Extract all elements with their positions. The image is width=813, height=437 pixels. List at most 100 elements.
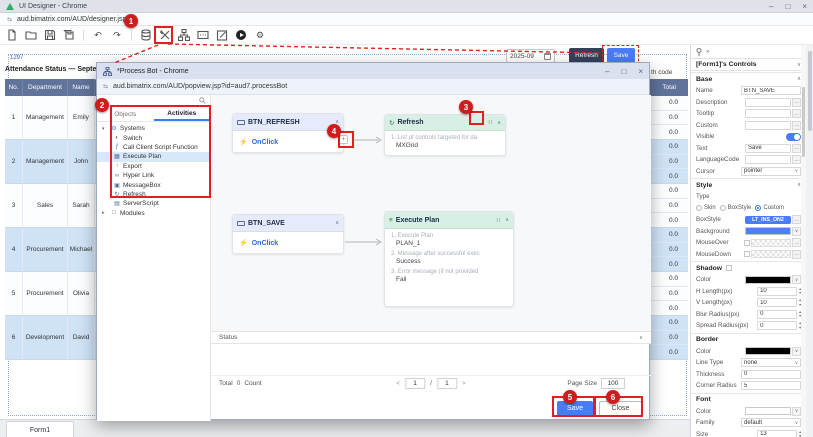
border-color-swatch[interactable] [745,347,791,355]
new-file-icon[interactable] [5,28,19,42]
node-menu-icon[interactable]: ∷ [497,217,501,224]
shadow-checkbox[interactable] [726,265,732,271]
more-icon[interactable]: … [792,155,801,164]
total-pages-input[interactable] [437,378,457,389]
edit-icon[interactable] [215,28,229,42]
node-btn-save[interactable]: BTN_SAVE ∧ ⚡ OnClick [232,214,344,254]
month-picker[interactable]: 2025-09 [506,49,555,63]
chevron-down-icon[interactable]: ∨ [639,335,643,341]
custom-input[interactable] [745,121,791,130]
pin-icon[interactable] [696,48,702,56]
database-icon[interactable] [139,28,153,42]
font-family-select[interactable]: default∨ [741,418,801,427]
languagecode-input[interactable] [745,155,791,164]
corner-radius-input[interactable] [741,381,801,390]
cursor-select[interactable]: pointer∨ [741,167,801,176]
section-font[interactable]: Font [691,393,806,406]
mousedown-checkbox[interactable] [744,251,750,257]
save-icon[interactable] [43,28,57,42]
caret-closed-icon[interactable]: ▸ [102,210,108,216]
tree-item-serverscript[interactable]: ▤ServerScript [97,199,210,208]
tooltip-input[interactable] [745,109,791,118]
h-length-input[interactable] [757,287,797,296]
radio-skin[interactable]: Skin [696,205,716,211]
more-icon[interactable]: … [792,144,801,153]
radio-custom[interactable]: Custom [755,205,784,211]
thickness-input[interactable] [741,370,801,379]
blur-radius-input[interactable] [757,310,797,319]
section-base[interactable]: Base∧ [691,72,806,85]
visible-toggle[interactable] [786,133,801,141]
more-icon[interactable]: … [792,215,801,224]
more-icon[interactable]: … [792,238,801,247]
redo-icon[interactable]: ↷ [110,28,124,42]
more-icon[interactable]: … [792,109,801,118]
save-all-icon[interactable] [62,28,76,42]
section-style[interactable]: Style∧ [691,178,806,191]
section-border[interactable]: Border [691,333,806,346]
popup-close-icon[interactable]: × [638,67,643,76]
chevron-down-icon[interactable]: ∨ [792,275,801,284]
window-scrollbar[interactable] [806,45,813,437]
chevron-down-icon[interactable]: ∨ [792,227,801,236]
more-icon[interactable]: … [792,121,801,130]
text-input[interactable] [745,144,791,153]
spread-radius-input[interactable] [757,321,797,330]
node-menu-icon[interactable]: ∷ [489,119,493,126]
collapse-icon[interactable]: ∧ [505,217,509,223]
close-icon[interactable]: × [802,2,807,11]
chevron-down-icon[interactable]: ∨ [792,407,801,416]
collapse-icon[interactable]: ∧ [497,120,501,126]
mousedown-swatch[interactable] [751,250,791,258]
description-input[interactable] [745,98,791,107]
chevron-down-icon[interactable]: ∨ [792,347,801,356]
page-input[interactable] [405,378,425,389]
prev-page-icon[interactable]: < [396,380,400,387]
table-row[interactable]: 1 Management Emily OvPAtte [5,96,109,140]
font-size-input[interactable] [757,430,797,437]
section-shadow[interactable]: Shadow [691,261,806,274]
font-color-swatch[interactable] [745,407,791,415]
process-bot-icon[interactable] [177,28,191,42]
status-bar[interactable]: Status ∨ [211,331,651,344]
background-color-swatch[interactable] [745,227,791,235]
mouseover-swatch[interactable] [751,239,791,247]
v-length-input[interactable] [757,298,797,307]
line-type-select[interactable]: none∨ [741,358,801,367]
boxstyle-value[interactable]: LT_INS_ON2 [745,216,791,224]
main-urlbar[interactable]: ⇆ aud.bimatrix.com/AUD/designer.jsp [0,13,813,26]
next-page-icon[interactable]: > [462,380,466,387]
flow-canvas[interactable]: BTN_REFRESH ∧ ⚡ OnClick + ↻ Refresh ∷ ∧ [211,95,651,331]
node-execute-plan[interactable]: ≡ Execute Plan ∷ ∧ 1. Execute Plan PLAN_… [384,211,514,307]
name-input[interactable] [741,86,801,95]
popup-url[interactable]: aud.bimatrix.com/AUD/popview.jsp?id=aud7… [113,83,287,90]
radio-boxstyle[interactable]: BoxStyle [720,205,752,211]
more-icon[interactable]: … [792,98,801,107]
open-folder-icon[interactable] [24,28,38,42]
tree-node-modules[interactable]: ▸ □ Modules [97,209,210,218]
table-row[interactable]: 4 Procurement Michael OvPAtte [5,228,109,272]
maximize-icon[interactable]: □ [785,2,790,11]
mouseover-checkbox[interactable] [744,240,750,246]
panel-title[interactable]: [Form1]'s Controls ∨ [691,58,806,71]
script-box-icon[interactable] [196,28,210,42]
caret-open-icon[interactable]: ▾ [102,126,108,132]
main-url[interactable]: aud.bimatrix.com/AUD/designer.jsp [17,16,126,23]
minimize-icon[interactable]: – [769,2,773,11]
node-refresh[interactable]: ↻ Refresh ∷ ∧ 1. List of controls target… [384,114,506,156]
tab-form1[interactable]: Form1 [6,421,74,437]
settings-gear-icon[interactable]: ⚙ [253,28,267,42]
page-size-input[interactable] [601,378,625,389]
shadow-color-swatch[interactable] [745,276,791,284]
popup-urlbar[interactable]: ⇆ aud.bimatrix.com/AUD/popview.jsp?id=au… [97,79,649,95]
undo-icon[interactable]: ↶ [91,28,105,42]
popup-minimize-icon[interactable]: – [605,67,609,76]
table-row[interactable]: 3 Sales Sarah OvPAtte [5,184,109,228]
refresh-button[interactable]: Refresh [569,48,604,63]
collapse-icon[interactable]: ∧ [335,220,339,226]
table-row[interactable]: 6 Development David OvPAtte [5,316,109,360]
more-icon[interactable]: … [792,250,801,259]
search-input[interactable] [97,98,199,104]
table-row[interactable]: 5 Procurement Olivia OvPAtte [5,272,109,316]
popup-maximize-icon[interactable]: □ [621,67,626,76]
